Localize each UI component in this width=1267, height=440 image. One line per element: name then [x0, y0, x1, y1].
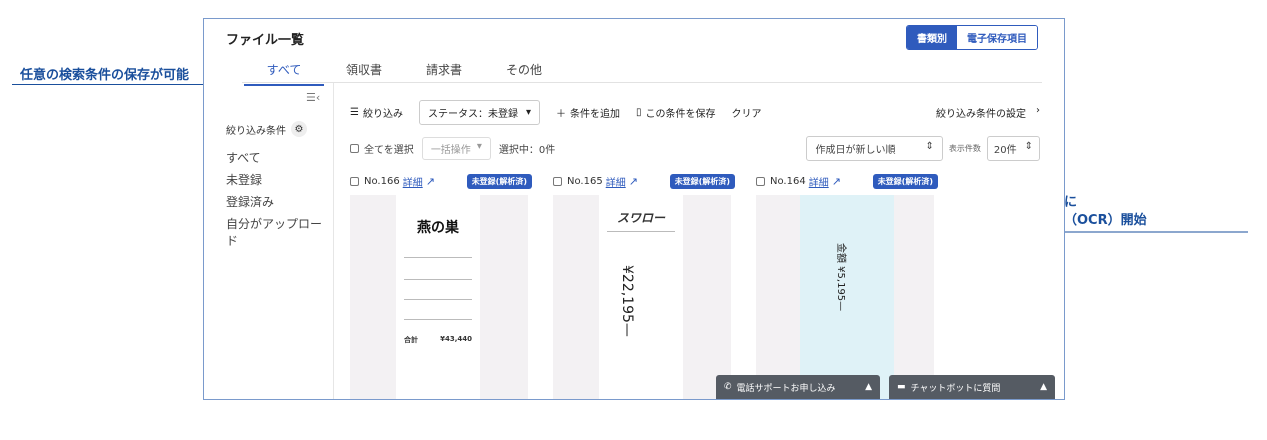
sort-select-value: 作成日が新しい順	[815, 144, 896, 156]
filter-toolbar: ☰ 絞り込み ステータス：未登録 ▾ ＋ 条件を追加 ▯ この条件を保存 クリア	[350, 99, 1040, 125]
phone-support-bar[interactable]: ✆ 電話サポートお申し込み ▲	[716, 375, 880, 399]
filter-icon: ☰	[350, 106, 359, 118]
select-all-label: 全てを選択	[364, 144, 414, 156]
per-page-label: 表示件数	[948, 143, 981, 153]
file-number: No.164	[770, 175, 806, 187]
receipt-line	[404, 319, 472, 320]
sidebar-item-registered[interactable]: 登録済み	[226, 193, 333, 215]
chevron-up-icon: ▲	[865, 382, 872, 392]
save-condition-label: この条件を保存	[645, 108, 716, 120]
receipt-total: 合計 ¥43,440	[404, 335, 472, 345]
filter-settings-label: 絞り込み条件の設定	[936, 108, 1026, 120]
file-checkbox[interactable]	[553, 176, 562, 186]
chatbot-bar[interactable]: ▬ チャットボットに質問 ▲	[889, 375, 1055, 399]
screenshot-stage: 任意の検索条件の保存が可能 アップロード後に 自動で数値解析（OCR）開始 ファ…	[0, 0, 1267, 440]
filter-conditions-header: 絞り込み条件 ⚙	[226, 121, 307, 137]
detail-link[interactable]: 詳細	[809, 174, 829, 189]
receipt-line	[607, 231, 675, 232]
view-toggle: 書類別 電子保存項目	[906, 25, 1038, 50]
receipt-image: 燕の巣 合計 ¥43,440	[396, 195, 480, 399]
file-card[interactable]: No.164 詳細 ↗ 未登録(解析済) 金額 ¥5,195—	[756, 173, 938, 399]
external-link-icon[interactable]: ↗	[629, 175, 638, 188]
select-all-checkbox[interactable]	[350, 143, 359, 153]
list-controls: 全てを選択 一括操作 ▾ 選択中：0件 作成日が新しい順 ⇕ 表示件数 20件 …	[350, 135, 1040, 161]
sidebar-item-my-uploads[interactable]: 自分がアップロード	[226, 215, 333, 248]
add-condition-button[interactable]: ＋ 条件を追加	[556, 105, 620, 120]
receipt-image: スワロー ¥22,195—	[599, 195, 683, 399]
file-list-app: ファイル一覧 書類別 電子保存項目 すべて 領収書 請求書 その他 ☰‹ 絞り込…	[203, 18, 1065, 400]
filter-button[interactable]: ☰ 絞り込み	[350, 105, 403, 120]
status-badge: 未登録(解析済)	[872, 173, 938, 189]
list-sort-controls: 作成日が新しい順 ⇕ 表示件数 20件 ⇕	[806, 135, 1040, 161]
file-number: No.166	[364, 175, 400, 187]
view-by-field-button[interactable]: 電子保存項目	[957, 26, 1037, 49]
filter-conditions-label: 絞り込み条件	[226, 125, 286, 137]
filter-sidebar: ☰‹ 絞り込み条件 ⚙ すべて 未登録 登録済み 自分がアップロード	[204, 83, 334, 399]
per-page-select[interactable]: 20件 ⇕	[986, 135, 1040, 161]
file-number: No.165	[567, 175, 603, 187]
filter-label: 絞り込み	[362, 108, 403, 120]
status-badge: 未登録(解析済)	[466, 173, 532, 189]
receipt-shop-name: 燕の巣	[417, 220, 459, 236]
receipt-shop-name: スワロー	[616, 211, 665, 225]
per-page-value: 20件	[993, 144, 1017, 156]
save-condition-button[interactable]: ▯ この条件を保存	[636, 105, 716, 120]
clear-button[interactable]: クリア	[732, 105, 762, 120]
main-content: ☰ 絞り込み ステータス：未登録 ▾ ＋ 条件を追加 ▯ この条件を保存 クリア	[350, 83, 1050, 399]
receipt-thumbnail[interactable]: 燕の巣 合計 ¥43,440	[350, 195, 528, 399]
status-select[interactable]: ステータス：未登録 ▾	[418, 99, 540, 125]
updown-icon: ⇕	[925, 140, 934, 152]
detail-link[interactable]: 詳細	[606, 174, 626, 189]
file-card-header: No.166 詳細 ↗ 未登録(解析済)	[350, 173, 532, 189]
receipt-line	[404, 299, 472, 300]
chatbot-label: チャットボットに質問	[910, 383, 1001, 394]
page-title: ファイル一覧	[226, 33, 305, 48]
receipt-thumbnail[interactable]: 金額 ¥5,195—	[756, 195, 934, 399]
file-card-header: No.164 詳細 ↗ 未登録(解析済)	[756, 173, 938, 189]
sidebar-item-all[interactable]: すべて	[226, 149, 333, 171]
gear-icon[interactable]: ⚙	[291, 121, 307, 137]
sort-select[interactable]: 作成日が新しい順 ⇕	[806, 135, 943, 161]
chat-icon: ▬	[897, 382, 906, 392]
receipt-image: 金額 ¥5,195—	[800, 195, 894, 399]
phone-support-label: 電話サポートお申し込み	[736, 383, 836, 394]
view-by-type-button[interactable]: 書類別	[907, 26, 957, 49]
updown-icon: ⇕	[1024, 140, 1033, 152]
receipt-line	[404, 257, 472, 258]
status-badge: 未登録(解析済)	[669, 173, 735, 189]
bookmark-icon: ▯	[636, 106, 642, 118]
chevron-right-icon: ›	[1036, 104, 1040, 116]
collapse-sidebar-icon[interactable]: ☰‹	[306, 91, 320, 104]
status-select-value: ステータス：未登録	[427, 108, 518, 120]
file-card[interactable]: No.166 詳細 ↗ 未登録(解析済) 燕の巣 合計 ¥43,440	[350, 173, 532, 399]
bulk-action-select[interactable]: 一括操作 ▾	[421, 136, 491, 160]
receipt-total-value: ¥43,440	[440, 335, 472, 343]
file-card-header: No.165 詳細 ↗ 未登録(解析済)	[553, 173, 735, 189]
bulk-action-label: 一括操作	[430, 144, 471, 156]
phone-icon: ✆	[724, 382, 732, 392]
file-card[interactable]: No.165 詳細 ↗ 未登録(解析済) スワロー ¥22,195—	[553, 173, 735, 399]
selected-count: 選択中：0件	[498, 144, 556, 156]
file-checkbox[interactable]	[350, 176, 359, 186]
chevron-down-icon: ▾	[476, 140, 482, 152]
add-condition-label: 条件を追加	[570, 108, 620, 120]
saved-filter-list: すべて 未登録 登録済み 自分がアップロード	[226, 149, 333, 248]
plus-icon: ＋	[556, 108, 566, 120]
filter-settings-link[interactable]: 絞り込み条件の設定 ›	[936, 105, 1040, 120]
external-link-icon[interactable]: ↗	[832, 175, 841, 188]
receipt-amount: ¥22,195—	[619, 265, 635, 337]
detail-link[interactable]: 詳細	[403, 174, 423, 189]
chevron-down-icon: ▾	[525, 106, 531, 118]
receipt-total-label: 合計	[404, 336, 418, 344]
callout-save-conditions: 任意の検索条件の保存が可能	[20, 68, 190, 83]
receipt-amount: 金額 ¥5,195—	[835, 243, 846, 312]
chevron-up-icon: ▲	[1040, 382, 1047, 392]
receipt-line	[404, 279, 472, 280]
receipt-thumbnail[interactable]: スワロー ¥22,195—	[553, 195, 731, 399]
file-checkbox[interactable]	[756, 176, 765, 186]
external-link-icon[interactable]: ↗	[426, 175, 435, 188]
sidebar-item-unregistered[interactable]: 未登録	[226, 171, 333, 193]
